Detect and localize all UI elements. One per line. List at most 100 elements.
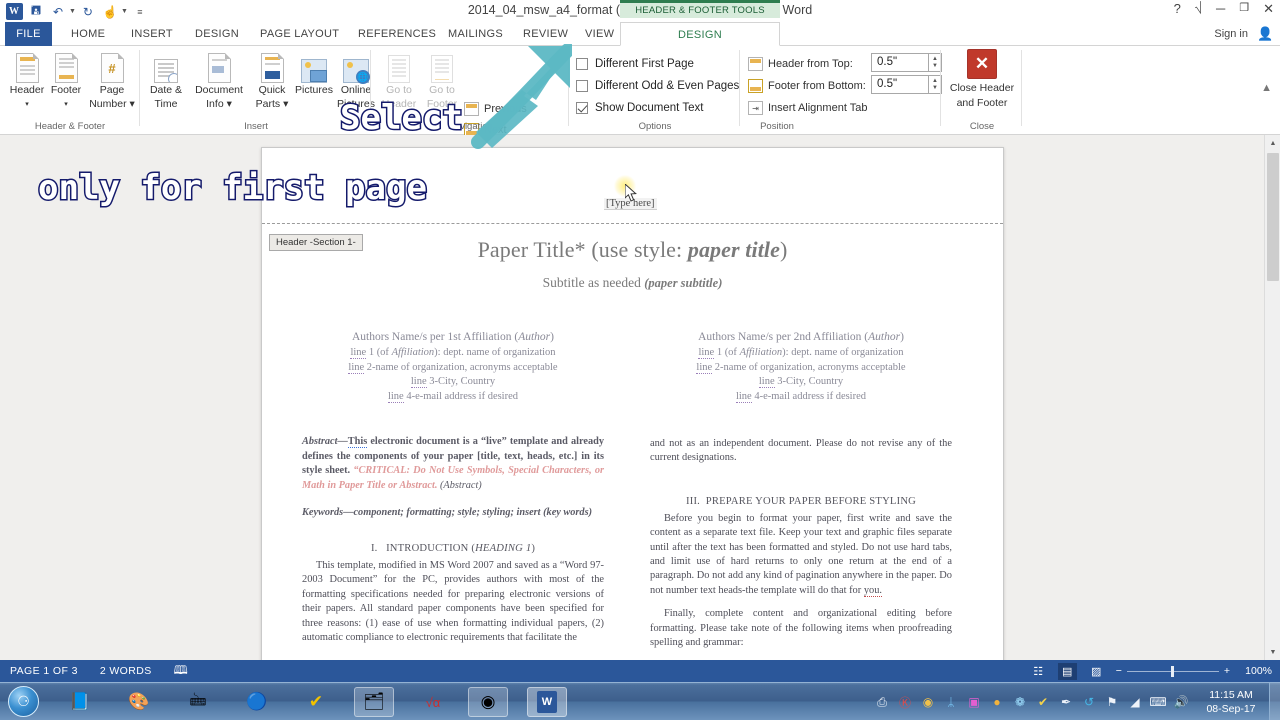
- taskbar-notes-icon[interactable]: ✔: [296, 687, 336, 717]
- show-document-text-checkbox[interactable]: Show Document Text: [576, 98, 703, 117]
- ribbon-display-options-button[interactable]: ⎷: [1195, 3, 1202, 14]
- page-number-button[interactable]: # Page Number ▾: [84, 49, 140, 110]
- header-from-top-input[interactable]: 0.5": [871, 53, 929, 72]
- tray-dropbox-icon[interactable]: ❁: [1013, 695, 1027, 709]
- taskbar-notepad-icon[interactable]: 📘: [60, 687, 100, 717]
- aff-line-italic: Affiliation: [391, 347, 435, 358]
- help-button[interactable]: ?: [1174, 2, 1181, 15]
- checkbox-box[interactable]: [576, 79, 588, 92]
- tab-page-layout[interactable]: PAGE LAYOUT: [251, 22, 348, 46]
- minimize-button[interactable]: ─: [1216, 2, 1225, 15]
- tab-header-footer-design[interactable]: DESIGN: [620, 22, 780, 46]
- checkbox-box-checked[interactable]: [576, 101, 588, 114]
- restore-button[interactable]: ❐: [1239, 3, 1249, 14]
- taskbar-calculator-icon[interactable]: 🖮: [178, 687, 218, 717]
- taskbar-mathtype-icon[interactable]: √α: [413, 687, 453, 717]
- tab-design[interactable]: DESIGN: [186, 22, 248, 46]
- previous-label: Previous: [484, 103, 527, 115]
- taskbar-file-explorer-icon[interactable]: 🗂: [354, 687, 394, 717]
- footer-dropdown-caret-icon[interactable]: ▾: [43, 99, 89, 111]
- zoom-thumb[interactable]: [1170, 665, 1174, 677]
- different-odd-even-pages-checkbox[interactable]: Different Odd & Even Pages: [576, 76, 739, 95]
- document-info-label1: Document: [195, 84, 243, 96]
- tray-flag-icon[interactable]: ⚑: [1105, 695, 1119, 709]
- footer-from-bottom-input[interactable]: 0.5": [871, 75, 929, 94]
- tab-references[interactable]: REFERENCES: [349, 22, 445, 46]
- scrollbar-thumb[interactable]: [1267, 153, 1279, 281]
- collapse-ribbon-button[interactable]: ▲: [1261, 82, 1272, 94]
- tray-bluetooth-icon[interactable]: ᛦ: [944, 695, 958, 709]
- taskbar-word-icon[interactable]: W: [527, 687, 567, 717]
- tab-insert[interactable]: INSERT: [122, 22, 182, 46]
- previous-button[interactable]: Previous: [464, 99, 527, 119]
- footer-button-label: Footer: [50, 84, 82, 96]
- document-info-label2[interactable]: Info ▾: [191, 98, 247, 111]
- start-button[interactable]: ⚆: [8, 686, 39, 717]
- heading1-italic: HEADING 1: [475, 542, 532, 554]
- tray-notes-icon[interactable]: ✔: [1036, 695, 1050, 709]
- close-header-and-footer-button[interactable]: ✕ Close Header and Footer: [943, 49, 1021, 109]
- read-mode-view-button[interactable]: ☷: [1029, 663, 1048, 680]
- document-info-button[interactable]: Document Info ▾: [191, 49, 247, 110]
- aff-line-rest: 4-e-mail address if desired: [403, 390, 519, 402]
- document-canvas: Header -Section 1- [Type here] Paper Tit…: [0, 135, 1280, 660]
- tray-utorrent-icon[interactable]: ●: [990, 695, 1004, 709]
- page-indicator[interactable]: PAGE 1 OF 3: [10, 665, 78, 677]
- close-button[interactable]: ✕: [1263, 2, 1274, 15]
- header-from-top-field[interactable]: 0.5" ▲ ▼: [871, 53, 942, 72]
- ribbon-group-header-footer: Header ▾ Footer ▾ # Page Number ▾ Header…: [0, 46, 140, 134]
- zoom-track[interactable]: [1126, 665, 1219, 677]
- tab-mailings[interactable]: MAILINGS: [439, 22, 512, 46]
- quick-parts-label2[interactable]: Parts ▾: [249, 98, 295, 111]
- checkbox-box[interactable]: [576, 57, 588, 70]
- scroll-down-arrow-icon[interactable]: ▼: [1265, 644, 1280, 660]
- tray-pen-icon[interactable]: ✒: [1059, 695, 1073, 709]
- different-first-page-checkbox[interactable]: Different First Page: [576, 54, 694, 73]
- tab-review[interactable]: REVIEW: [514, 22, 577, 46]
- tray-kaspersky-icon[interactable]: Ⓚ: [898, 695, 912, 710]
- go-to-header-button[interactable]: Go to Header: [376, 49, 422, 110]
- footer-from-bottom-field[interactable]: 0.5" ▲ ▼: [871, 75, 942, 94]
- page-number-icon: #: [84, 49, 140, 83]
- quick-parts-button[interactable]: Quick Parts ▾: [249, 49, 295, 110]
- close-hf-label2: and Footer: [956, 97, 1008, 109]
- paper-title-plain: Paper Title* (use style:: [477, 237, 688, 262]
- footer-button[interactable]: Footer ▾: [43, 49, 89, 110]
- word-count[interactable]: 2 WORDS: [100, 665, 152, 677]
- insert-alignment-tab-button[interactable]: ⇥ Insert Alignment Tab: [748, 98, 867, 118]
- scroll-up-arrow-icon[interactable]: ▲: [1265, 135, 1280, 151]
- account-avatar-icon[interactable]: 👤: [1257, 26, 1273, 41]
- taskbar-clock[interactable]: 11:15 AM 08-Sep-17: [1200, 688, 1262, 716]
- zoom-level[interactable]: 100%: [1240, 665, 1272, 677]
- tray-chrome-icon[interactable]: ◉: [921, 695, 935, 709]
- zoom-slider[interactable]: − +: [1116, 665, 1230, 677]
- zoom-in-button[interactable]: +: [1224, 665, 1230, 677]
- print-layout-view-button[interactable]: ▤: [1057, 662, 1077, 680]
- sign-in-link[interactable]: Sign in: [1214, 22, 1248, 46]
- taskbar-camtasia-icon[interactable]: 🔵: [237, 687, 277, 717]
- ribbon: Header ▾ Footer ▾ # Page Number ▾ Header…: [0, 46, 1280, 158]
- tab-home[interactable]: HOME: [62, 22, 114, 46]
- page-number-button-label2[interactable]: Number ▾: [84, 98, 140, 111]
- vertical-scrollbar[interactable]: ▲ ▼: [1264, 135, 1280, 660]
- tab-view[interactable]: VIEW: [576, 22, 623, 46]
- tray-keyboard-icon[interactable]: ⌨: [1149, 695, 1166, 709]
- taskbar-paint-icon[interactable]: 🎨: [119, 687, 159, 717]
- paper-title-end: ): [779, 237, 788, 262]
- web-layout-view-button[interactable]: ▨: [1087, 663, 1106, 680]
- pictures-button[interactable]: Pictures: [291, 49, 337, 97]
- date-and-time-button[interactable]: Date & Time: [143, 49, 189, 110]
- tray-intel-graphics-icon[interactable]: ▣: [967, 695, 981, 709]
- taskbar-chrome-icon[interactable]: ◉: [468, 687, 508, 717]
- quick-parts-label1: Quick: [258, 84, 286, 96]
- document-page[interactable]: Header -Section 1- [Type here] Paper Tit…: [261, 147, 1004, 660]
- tab-file[interactable]: FILE: [5, 22, 52, 46]
- tray-volume-icon[interactable]: 🔊: [1174, 695, 1189, 709]
- tray-safely-remove-icon[interactable]: ⎙: [875, 695, 889, 709]
- tray-network-icon[interactable]: ◢: [1128, 695, 1142, 709]
- show-desktop-button[interactable]: [1269, 683, 1280, 720]
- tray-teamviewer-icon[interactable]: ↺: [1082, 695, 1096, 709]
- proofing-errors-icon[interactable]: 🕮: [174, 661, 189, 682]
- go-to-footer-button[interactable]: Go to Footer: [419, 49, 465, 110]
- zoom-out-button[interactable]: −: [1116, 665, 1122, 677]
